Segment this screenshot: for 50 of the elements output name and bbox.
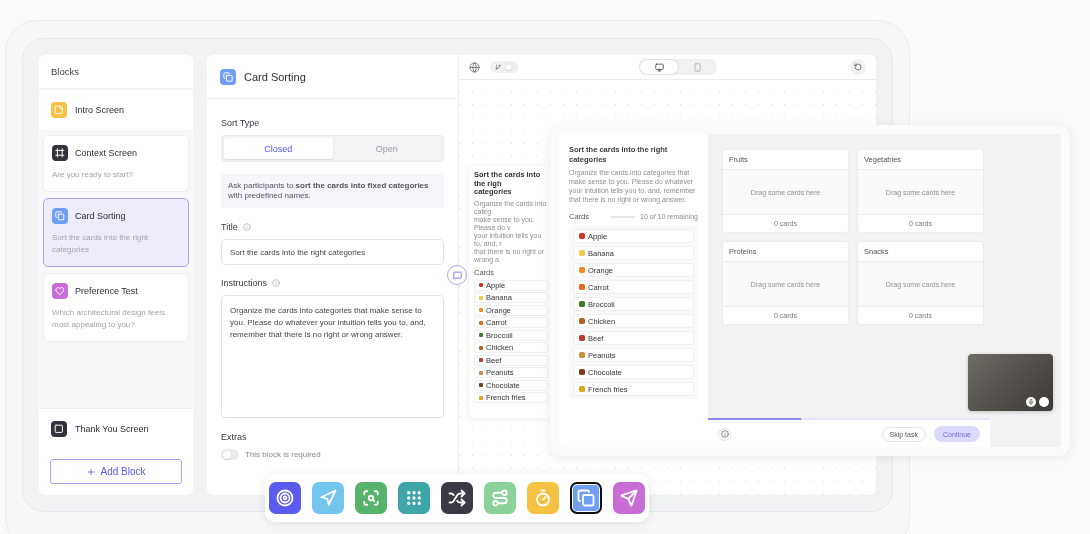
sort-type-description: Ask participants to sort the cards into fixed categories with predefined names. <box>221 174 444 208</box>
instructions-textarea[interactable]: Organize the cards into categories that make sense to you. Please do whatever your intuition tells you to, and, remember that there is no right or wrong answer. <box>221 295 444 418</box>
editor-title: Card Sorting <box>244 70 306 83</box>
camera-button[interactable] <box>1039 397 1049 407</box>
phone-icon <box>692 62 702 72</box>
scan-search-icon <box>362 489 380 507</box>
field-label: Sort Type <box>221 118 260 128</box>
add-block-button[interactable]: Add Block <box>50 459 182 484</box>
branch-icon <box>495 64 501 70</box>
branching-toggle[interactable] <box>490 61 519 73</box>
comment-icon <box>452 270 462 280</box>
desktop-view-button[interactable] <box>640 60 678 74</box>
block-type-button[interactable] <box>570 482 602 514</box>
undo-button[interactable] <box>850 59 866 75</box>
block-title: Preference Test <box>75 286 138 296</box>
info-icon <box>272 279 281 287</box>
navigation-arrow-icon <box>319 489 337 507</box>
block-title: Context Screen <box>75 148 138 158</box>
cards-icon <box>220 68 236 85</box>
field-label: Instructions <box>221 278 268 288</box>
block-card[interactable]: Context Screen Are you ready to start? <box>43 135 189 192</box>
info-icon <box>242 223 251 231</box>
dots-grid-icon <box>405 489 423 507</box>
plus-icon <box>86 466 97 477</box>
target-icon <box>276 489 294 507</box>
sort-type-option[interactable]: Closed <box>224 138 333 159</box>
toggle-label: This block is required <box>245 450 321 459</box>
block-subtitle: Sort the cards into the right categories <box>52 232 150 256</box>
shuffle-icon <box>448 489 466 507</box>
block-title: Card Sorting <box>75 211 126 221</box>
block-subtitle: Which architectural design feels most appealing to you? <box>52 307 166 331</box>
globe-icon[interactable] <box>469 61 480 73</box>
field-label: Extras <box>221 432 247 442</box>
block-card[interactable]: Preference Test Which architectural design feels most appealing to you? <box>43 273 189 342</box>
block-subtitle: Are you ready to start? <box>52 169 134 181</box>
route-icon <box>491 489 509 507</box>
field-label: Title <box>221 222 238 232</box>
undo-icon <box>854 63 862 71</box>
title-input[interactable]: Sort the cards into the right categories <box>221 239 444 265</box>
info-icon <box>720 430 729 438</box>
cards-icon <box>577 489 595 507</box>
required-toggle[interactable] <box>221 449 239 460</box>
microphone-button[interactable] <box>1026 397 1036 407</box>
block-card[interactable]: Card Sorting Sort the cards into the right categories <box>43 198 189 267</box>
paper-plane-icon <box>620 489 638 507</box>
microphone-icon <box>1028 399 1034 405</box>
monitor-icon <box>654 62 664 72</box>
timer-icon <box>534 489 552 507</box>
info-button[interactable] <box>718 427 731 441</box>
block-type-button[interactable] <box>441 482 473 514</box>
